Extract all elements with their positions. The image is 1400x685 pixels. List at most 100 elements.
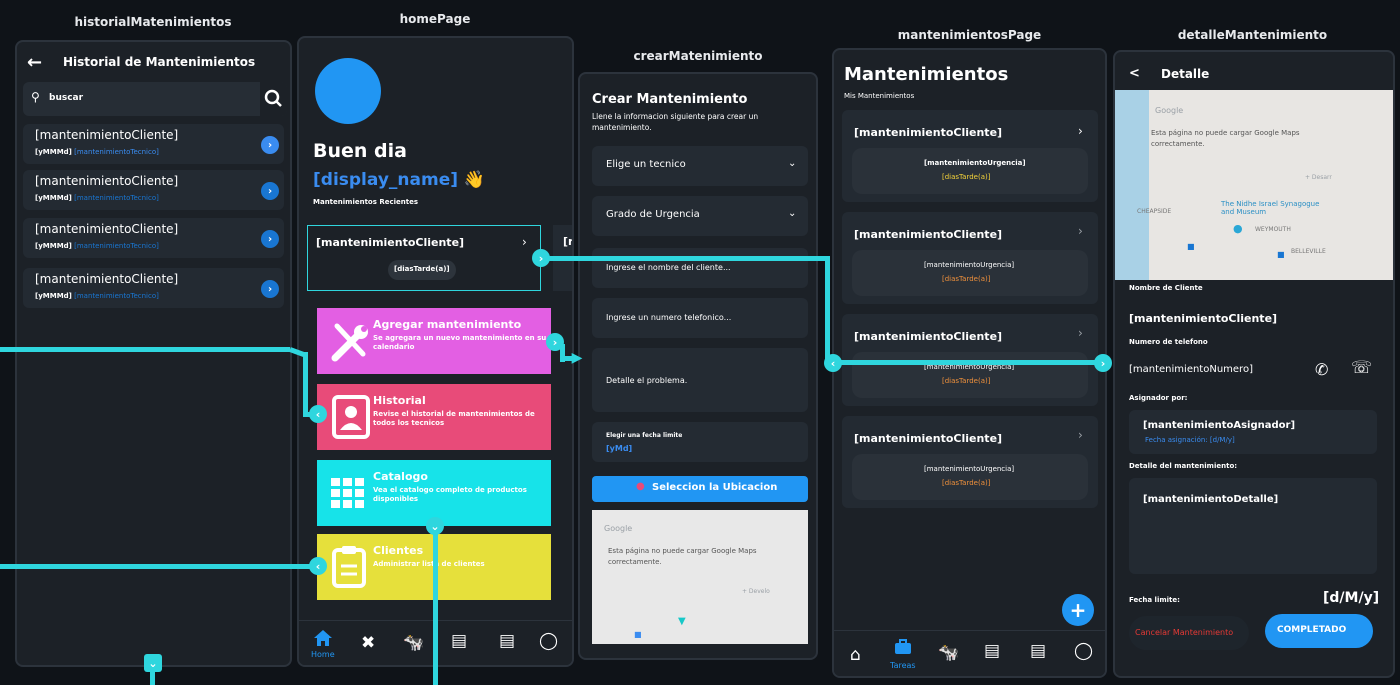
tile-desc: Administrar lista de clientes <box>373 560 485 568</box>
crear-frame: Crear Mantenimiento Llene la informacion… <box>578 72 818 660</box>
mantenimiento-card[interactable]: [mantenimientoCliente] › [mantenimientoU… <box>842 110 1098 202</box>
item-meta: [yMMMd] [mantenimientoTecnico] <box>35 148 159 156</box>
frame-title-mantenimientos: mantenimientosPage <box>897 28 1042 42</box>
list-item[interactable]: [mantenimientoCliente] [yMMMd] [mantenim… <box>23 170 284 210</box>
add-fab[interactable]: + <box>1062 594 1094 626</box>
nav-home[interactable]: Home <box>309 629 337 665</box>
detalle-title: Detalle <box>1161 67 1210 81</box>
item-tech: [mantenimientoTecnico] <box>74 242 159 250</box>
map-placeholder[interactable]: Google Esta página no puede cargar Googl… <box>592 510 808 644</box>
telefono-input[interactable]: Ingrese un numero telefonico... <box>592 298 808 338</box>
peek-text: [r <box>563 235 574 248</box>
chevron-down-icon: ⌄ <box>788 208 797 219</box>
whatsapp-icon[interactable]: ☏ <box>1351 358 1372 378</box>
nav-tareas[interactable]: Tareas <box>888 639 918 676</box>
connector-line <box>0 347 290 352</box>
connector-line <box>825 256 830 362</box>
detalle-frame: < Detalle Google Esta página no puede ca… <box>1113 50 1395 678</box>
card-urgencia: [mantenimientoUrgencia] <box>924 159 1026 167</box>
item-client: [mantenimientoCliente] <box>35 222 179 236</box>
chevron-right-icon[interactable]: › <box>261 136 279 154</box>
detalle-map[interactable]: Google Esta página no puede cargar Googl… <box>1115 90 1393 280</box>
item-tech: [mantenimientoTecnico] <box>74 194 159 202</box>
mantenimiento-card[interactable]: [mantenimientoCliente] › [mantenimientoU… <box>842 416 1098 508</box>
map-icon[interactable]: ▤ <box>984 641 1000 661</box>
tools-icon <box>331 323 368 362</box>
tile-title: Agregar mantenimiento <box>373 318 522 331</box>
briefcase-icon <box>895 639 911 654</box>
map-error-text: Esta página no puede cargar Google Maps … <box>608 547 757 566</box>
cow-icon[interactable]: 🐄 <box>938 643 959 663</box>
historial-title: Historial de Mantenimientos <box>63 55 256 69</box>
mantenimiento-card[interactable]: [mantenimientoCliente] › [mantenimientoU… <box>842 212 1098 304</box>
phone-icon[interactable]: ✆ <box>1315 360 1328 379</box>
urgency-pill: [mantenimientoUrgencia] [diasTarde(a)] <box>852 148 1088 194</box>
chevron-right-icon[interactable]: › <box>261 280 279 298</box>
person-icon[interactable]: ◯ <box>539 631 558 651</box>
asignador-card: [mantenimientoAsignador] Fecha asignació… <box>1129 410 1377 454</box>
person-icon[interactable]: ◯ <box>1074 641 1093 661</box>
cancel-button[interactable]: Cancelar Mantenimiento <box>1129 616 1249 650</box>
wave-icon: 👋 <box>463 170 486 190</box>
fecha-limite-value: [d/M/y] <box>1323 590 1380 606</box>
fecha-picker[interactable]: Elegir una fecha limite [yMd] <box>592 422 808 462</box>
detalle-value: [mantenimientoDetalle] <box>1143 494 1279 505</box>
cliente-input-placeholder: Ingrese el nombre del cliente... <box>606 263 731 272</box>
connector-dot-icon: ⌄ <box>144 654 162 672</box>
back-arrow-icon[interactable]: ← <box>27 52 42 73</box>
tile-agregar[interactable]: Agregar mantenimiento Se agregara un nue… <box>317 308 551 374</box>
card-dias: [diasTarde(a)] <box>942 377 991 385</box>
item-client: [mantenimientoCliente] <box>35 128 179 142</box>
urgencia-select[interactable]: Grado de Urgencia ⌄ <box>592 196 808 236</box>
clipboard-icon <box>332 546 366 588</box>
search-input[interactable]: buscar <box>49 93 83 103</box>
tile-desc: Vea el catalogo completo de productos di… <box>373 486 527 504</box>
card-urgencia: [mantenimientoUrgencia] <box>924 465 1015 473</box>
list-item[interactable]: [mantenimientoCliente] [yMMMd] [mantenim… <box>23 268 284 308</box>
tecnico-select[interactable]: Elige un tecnico ⌄ <box>592 146 808 186</box>
item-tech: [mantenimientoTecnico] <box>74 292 159 300</box>
recent-card[interactable]: [mantenimientoCliente] › [diasTarde(a)] <box>307 225 541 291</box>
tile-historial[interactable]: Historial Revise el historial de manteni… <box>317 384 551 450</box>
tile-title: Catalogo <box>373 470 428 483</box>
connector-dot-icon: › <box>532 249 550 267</box>
map-icon[interactable]: ▤ <box>451 631 467 651</box>
list-icon[interactable]: ▤ <box>1030 641 1046 661</box>
map-google-label: Google <box>1155 106 1184 115</box>
days-pill: [diasTarde(a)] <box>388 260 456 280</box>
connector-dot-icon: ‹ <box>309 405 327 423</box>
map-dev-label: + Develo <box>742 588 770 595</box>
map-marker-icon: ▼ <box>678 616 686 627</box>
connector-line <box>0 564 318 569</box>
search-bar[interactable]: ⚲ buscar <box>23 82 287 116</box>
map-water <box>1115 90 1149 280</box>
map-pin-icon: ● <box>1233 222 1243 235</box>
item-date: [yMMMd] <box>35 194 72 202</box>
search-small-icon: ⚲ <box>31 90 40 104</box>
map-dev-label: + Desarr <box>1305 174 1332 181</box>
list-item[interactable]: [mantenimientoCliente] [yMMMd] [mantenim… <box>23 218 284 258</box>
tools-nav-icon[interactable]: ✖ <box>361 633 375 653</box>
ubicacion-button[interactable]: ● Seleccion la Ubicacion <box>592 476 808 502</box>
avatar[interactable] <box>315 58 381 124</box>
back-chevron-icon[interactable]: < <box>1129 66 1140 81</box>
fecha-label: Elegir una fecha limite <box>606 432 683 439</box>
list-icon[interactable]: ▤ <box>499 631 515 651</box>
cow-icon[interactable]: 🐄 <box>403 633 424 653</box>
chevron-right-icon[interactable]: › <box>261 182 279 200</box>
cliente-label: Nombre de Cliente <box>1129 284 1203 292</box>
item-date: [yMMMd] <box>35 292 72 300</box>
complete-button[interactable]: COMPLETADO <box>1265 614 1373 648</box>
home-nav-icon[interactable]: ⌂ <box>850 645 861 665</box>
list-item[interactable]: [mantenimientoCliente] [yMMMd] [mantenim… <box>23 124 284 164</box>
search-icon[interactable] <box>260 82 287 116</box>
chevron-right-icon[interactable]: › <box>261 230 279 248</box>
cliente-input[interactable]: Ingrese el nombre del cliente... <box>592 248 808 288</box>
detalle-input[interactable]: Detalle el problema. <box>592 348 808 412</box>
telefono-value: [mantenimientoNumero] <box>1129 364 1253 375</box>
card-client: [mantenimientoCliente] <box>316 236 465 249</box>
connector-dot-icon: › <box>1094 354 1112 372</box>
urgency-pill: [mantenimientoUrgencia] [diasTarde(a)] <box>852 250 1088 296</box>
connector-dot-icon: ⌄ <box>426 517 444 535</box>
complete-button-label: COMPLETADO <box>1277 625 1347 635</box>
